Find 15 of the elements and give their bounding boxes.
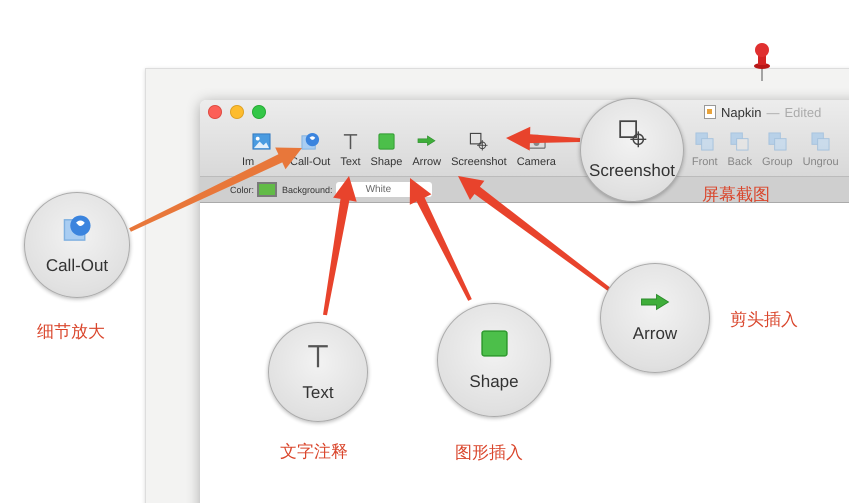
color-label: Color: xyxy=(230,184,254,194)
title-dash: — xyxy=(766,104,780,120)
background-label: Background: xyxy=(282,184,333,194)
window-title: Napkin xyxy=(721,104,762,120)
caption: 屏幕截图 xyxy=(702,184,770,206)
caption: 剪头插入 xyxy=(730,309,798,331)
document-status: Edited xyxy=(784,104,822,120)
caption: 细节放大 xyxy=(37,321,105,343)
magnified-label: Shape xyxy=(469,372,519,392)
caption: 文字注释 xyxy=(280,441,348,463)
magnified-label: Screenshot xyxy=(589,161,675,181)
magnified-label: Text xyxy=(302,382,334,402)
magnified-label: Arrow xyxy=(632,324,678,344)
magnified-label: Call-Out xyxy=(46,256,108,276)
caption: 图形插入 xyxy=(455,442,523,464)
